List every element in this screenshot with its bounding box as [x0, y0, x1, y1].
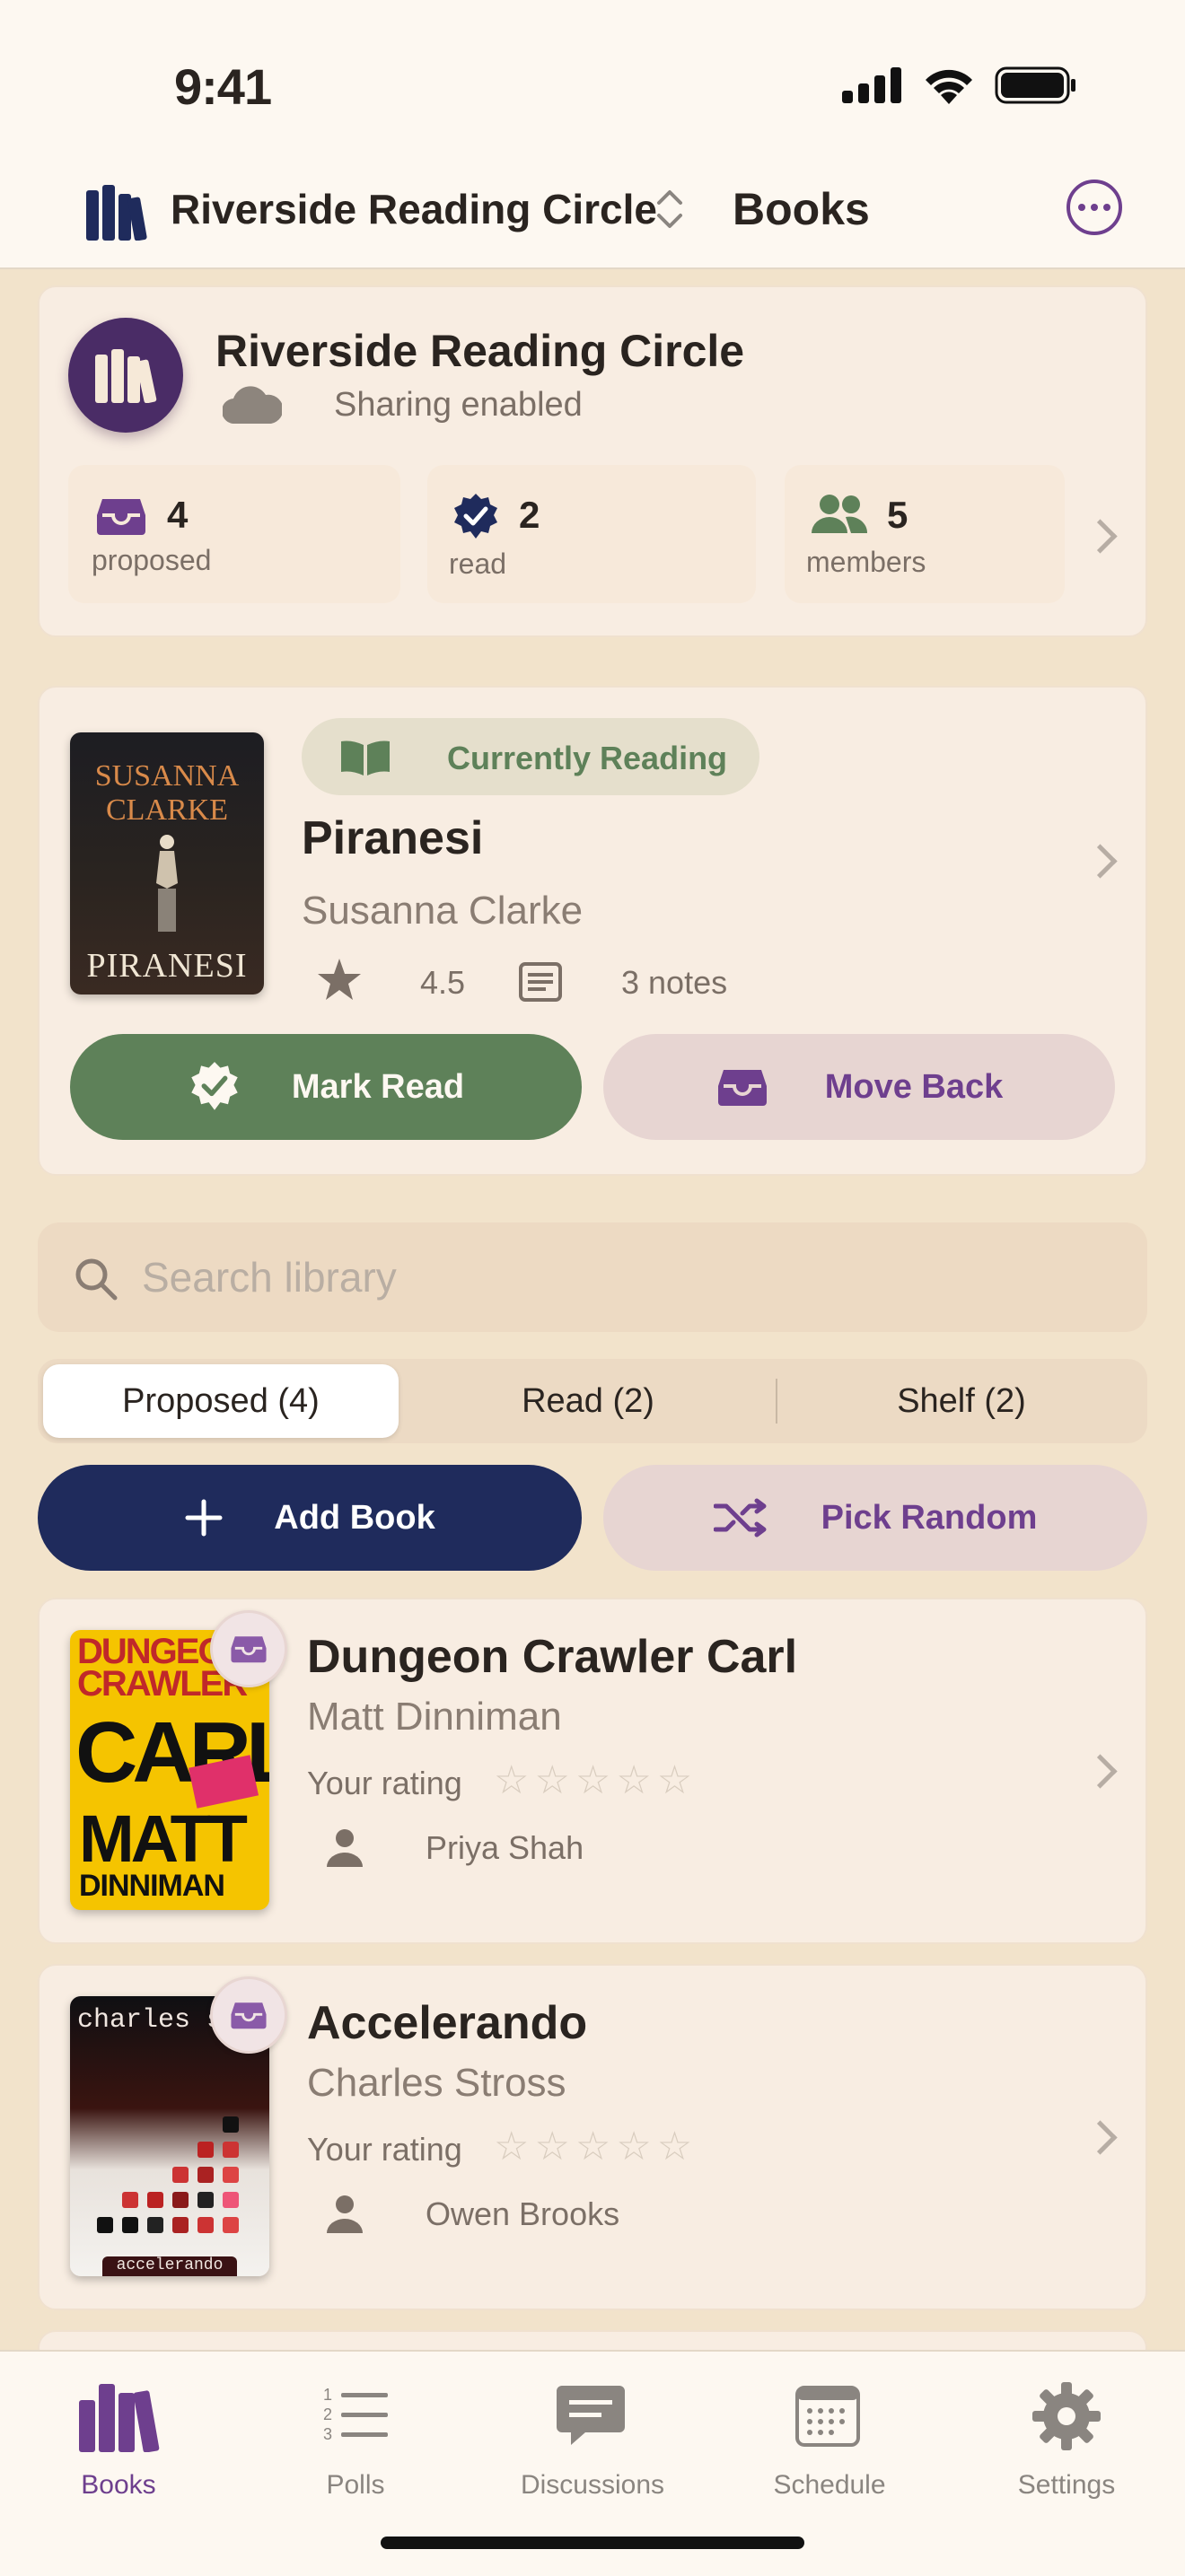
- book-author: Matt Dinniman: [307, 1695, 562, 1739]
- search-icon: [75, 1258, 118, 1301]
- tab-polls[interactable]: 1 2 3 Polls: [237, 2373, 474, 2517]
- battery-icon: [995, 66, 1075, 104]
- statue-icon: [156, 835, 178, 932]
- book-title: Dungeon Crawler Carl: [307, 1631, 798, 1683]
- stat-proposed[interactable]: 4 proposed: [68, 465, 400, 603]
- tray-icon: [231, 1636, 267, 1663]
- segment-proposed[interactable]: Proposed (4): [43, 1364, 399, 1438]
- cloud-icon: [223, 386, 282, 424]
- status-icons: [842, 66, 1077, 104]
- tab-settings[interactable]: Settings: [948, 2373, 1185, 2517]
- currently-reading-badge: Currently Reading: [302, 718, 759, 795]
- notes-count[interactable]: 3 notes: [621, 964, 727, 1002]
- people-icon: [812, 495, 868, 533]
- person-icon: [327, 2195, 363, 2233]
- current-book-author: Susanna Clarke: [302, 889, 584, 933]
- group-avatar: [68, 318, 183, 433]
- rating-label: Your rating: [307, 1765, 462, 1801]
- library-books-icon: [86, 185, 147, 241]
- segment-shelf[interactable]: Shelf (2): [781, 1364, 1142, 1438]
- check-badge-icon: [191, 1062, 238, 1110]
- group-switcher[interactable]: Riverside Reading Circle: [171, 185, 657, 233]
- proposer-name: Owen Brooks: [426, 2195, 620, 2232]
- gear-icon: [1032, 2382, 1101, 2450]
- mark-read-button[interactable]: Mark Read: [70, 1034, 582, 1140]
- pick-random-button[interactable]: Pick Random: [603, 1465, 1147, 1571]
- segment-divider: [776, 1379, 777, 1424]
- svg-text:2: 2: [323, 2405, 332, 2423]
- star-icon: [318, 959, 361, 1000]
- search-placeholder: Search library: [142, 1254, 397, 1301]
- tab-schedule[interactable]: Schedule: [711, 2373, 948, 2517]
- move-back-button[interactable]: Move Back: [603, 1034, 1115, 1140]
- chevron-up-down-icon[interactable]: [654, 187, 686, 232]
- calendar-icon: [795, 2386, 860, 2447]
- svg-text:3: 3: [323, 2425, 332, 2443]
- open-book-icon: [341, 740, 390, 775]
- cellular-signal-icon: [842, 67, 901, 103]
- search-field[interactable]: Search library: [38, 1222, 1147, 1332]
- rating-label: Your rating: [307, 2131, 462, 2168]
- svg-text:1: 1: [323, 2386, 332, 2404]
- piranesi-cover: Susanna Clarke Piranesi: [70, 732, 264, 994]
- proposed-badge: [210, 1976, 287, 2054]
- stat-members[interactable]: 5 members: [785, 465, 1065, 603]
- stat-read[interactable]: 2 read: [427, 465, 756, 603]
- segmented-control: Proposed (4) Read (2) Shelf (2): [38, 1359, 1147, 1443]
- navigation-header: Riverside Reading Circle Books: [0, 176, 1185, 248]
- current-book-title: Piranesi: [302, 812, 484, 864]
- more-options-button[interactable]: [1066, 180, 1122, 235]
- rating-stars[interactable]: ☆☆☆☆☆: [494, 1757, 698, 1803]
- sharing-status: Sharing enabled: [334, 386, 583, 424]
- current-rating: 4.5: [420, 964, 466, 1001]
- add-book-button[interactable]: Add Book: [38, 1465, 582, 1571]
- tab-discussions[interactable]: Discussions: [474, 2373, 711, 2517]
- home-indicator: [381, 2537, 804, 2549]
- wifi-icon: [926, 69, 972, 104]
- grid-pattern: [97, 2116, 239, 2233]
- tray-icon: [231, 2002, 267, 2029]
- proposed-badge: [210, 1610, 287, 1687]
- person-icon: [327, 1829, 363, 1867]
- tray-icon: [717, 1070, 767, 1106]
- book-title: Accelerando: [307, 1997, 588, 2049]
- chat-bubble-icon: [557, 2386, 625, 2445]
- books-icon: [95, 349, 157, 403]
- numbered-list-icon: 1 2 3: [323, 2386, 388, 2443]
- shuffle-icon: [713, 1498, 767, 1538]
- plus-icon: [185, 1499, 223, 1537]
- page-title: Books: [733, 184, 870, 234]
- more-dot-icon: [1078, 204, 1085, 211]
- segment-read[interactable]: Read (2): [406, 1364, 770, 1438]
- book-author: Charles Stross: [307, 2061, 566, 2105]
- verified-badge-icon: [454, 494, 497, 539]
- status-time: 9:41: [174, 58, 272, 115]
- top-bar: 9:41 Riverside Reading Circle Books: [0, 0, 1185, 269]
- rating-stars[interactable]: ☆☆☆☆☆: [494, 2124, 698, 2169]
- tab-books[interactable]: Books: [0, 2373, 237, 2517]
- notes-icon: [519, 962, 562, 1002]
- tray-icon: [97, 499, 145, 535]
- group-title: Riverside Reading Circle: [215, 326, 745, 376]
- proposer-name: Priya Shah: [426, 1829, 584, 1866]
- books-icon: [79, 2384, 160, 2452]
